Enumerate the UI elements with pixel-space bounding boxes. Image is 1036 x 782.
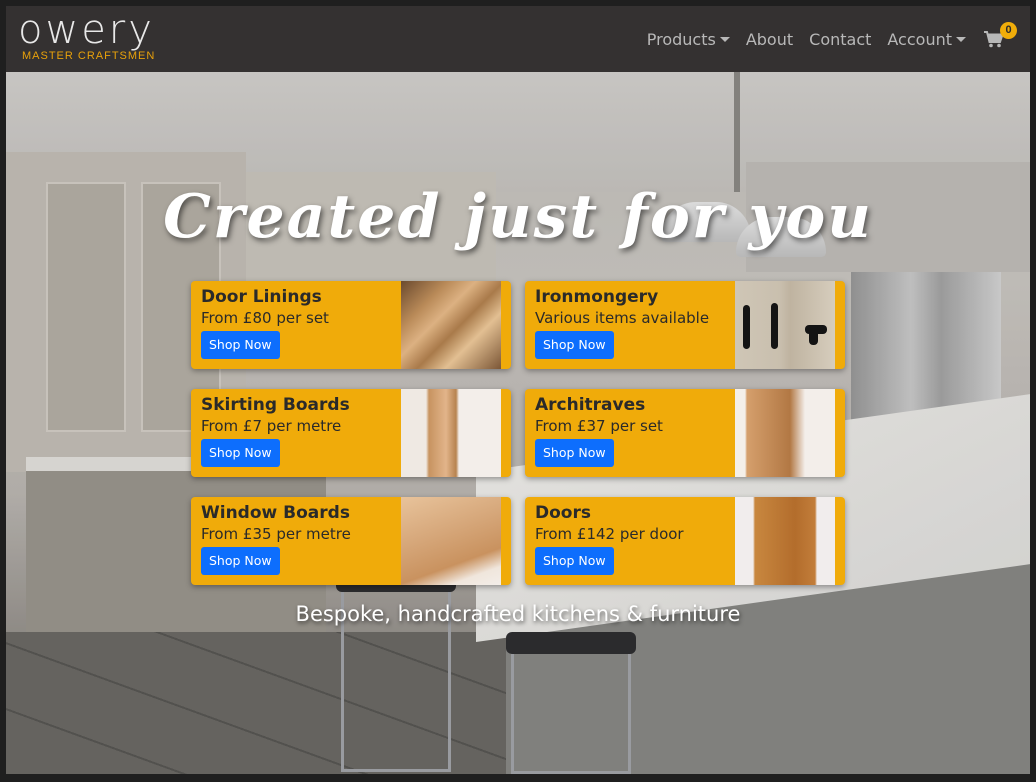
shop-now-button[interactable]: Shop Now [535,547,614,575]
hero-section: Created just for you Door Linings From £… [6,72,1030,774]
ironmongery-image [735,281,835,369]
product-title: Ironmongery [535,287,659,307]
product-title: Skirting Boards [201,395,350,415]
browser-frame: owery MASTER CRAFTSMEN Products About Co… [0,0,1036,782]
nav-contact[interactable]: Contact [809,30,871,49]
window-boards-image [401,497,501,585]
product-title: Window Boards [201,503,350,523]
cart-count-badge: 0 [1000,22,1017,39]
shop-now-button[interactable]: Shop Now [201,331,280,359]
shop-now-button[interactable]: Shop Now [535,439,614,467]
main-nav: Products About Contact Account 0 [647,22,1017,50]
nav-account-label: Account [887,29,952,49]
shop-now-button[interactable]: Shop Now [201,439,280,467]
doors-image [735,497,835,585]
cart-button[interactable]: 0 [984,22,1017,50]
product-price: From £80 per set [201,309,329,327]
product-price: From £37 per set [535,417,663,435]
brand-name: owery [18,7,155,53]
product-card-ironmongery[interactable]: Ironmongery Various items available Shop… [525,281,845,369]
product-title: Door Linings [201,287,322,307]
nav-contact-label: Contact [809,29,872,49]
chevron-down-icon [719,36,730,42]
architraves-image [735,389,835,477]
product-price: From £142 per door [535,525,684,543]
nav-products-label: Products [646,29,716,49]
product-price: From £35 per metre [201,525,351,543]
skirting-boards-image [401,389,501,477]
brand-logo[interactable]: owery MASTER CRAFTSMEN [18,10,156,62]
page: owery MASTER CRAFTSMEN Products About Co… [6,6,1030,774]
product-price: Various items available [535,309,710,327]
chevron-down-icon [956,36,966,42]
product-card-architraves[interactable]: Architraves From £37 per set Shop Now [525,389,845,477]
nav-about-label: About [745,29,794,49]
product-title: Doors [535,503,591,523]
product-card-doors[interactable]: Doors From £142 per door Shop Now [525,497,845,585]
nav-products[interactable]: Products [647,30,730,49]
shop-now-button[interactable]: Shop Now [535,331,614,359]
hero-subheadline: Bespoke, handcrafted kitchens & furnitur… [295,602,741,626]
brand-tagline: MASTER CRAFTSMEN [22,50,156,62]
product-card-skirting-boards[interactable]: Skirting Boards From £7 per metre Shop N… [191,389,511,477]
nav-about[interactable]: About [746,30,793,49]
shop-now-button[interactable]: Shop Now [201,547,280,575]
product-price: From £7 per metre [201,417,342,435]
product-card-window-boards[interactable]: Window Boards From £35 per metre Shop No… [191,497,511,585]
hero-headline: Created just for you [163,182,873,252]
door-linings-image [401,281,501,369]
product-card-grid: Door Linings From £80 per set Shop Now I… [191,281,846,585]
product-title: Architraves [535,395,646,415]
product-card-door-linings[interactable]: Door Linings From £80 per set Shop Now [191,281,511,369]
navbar: owery MASTER CRAFTSMEN Products About Co… [6,6,1030,72]
nav-account[interactable]: Account [887,30,966,49]
